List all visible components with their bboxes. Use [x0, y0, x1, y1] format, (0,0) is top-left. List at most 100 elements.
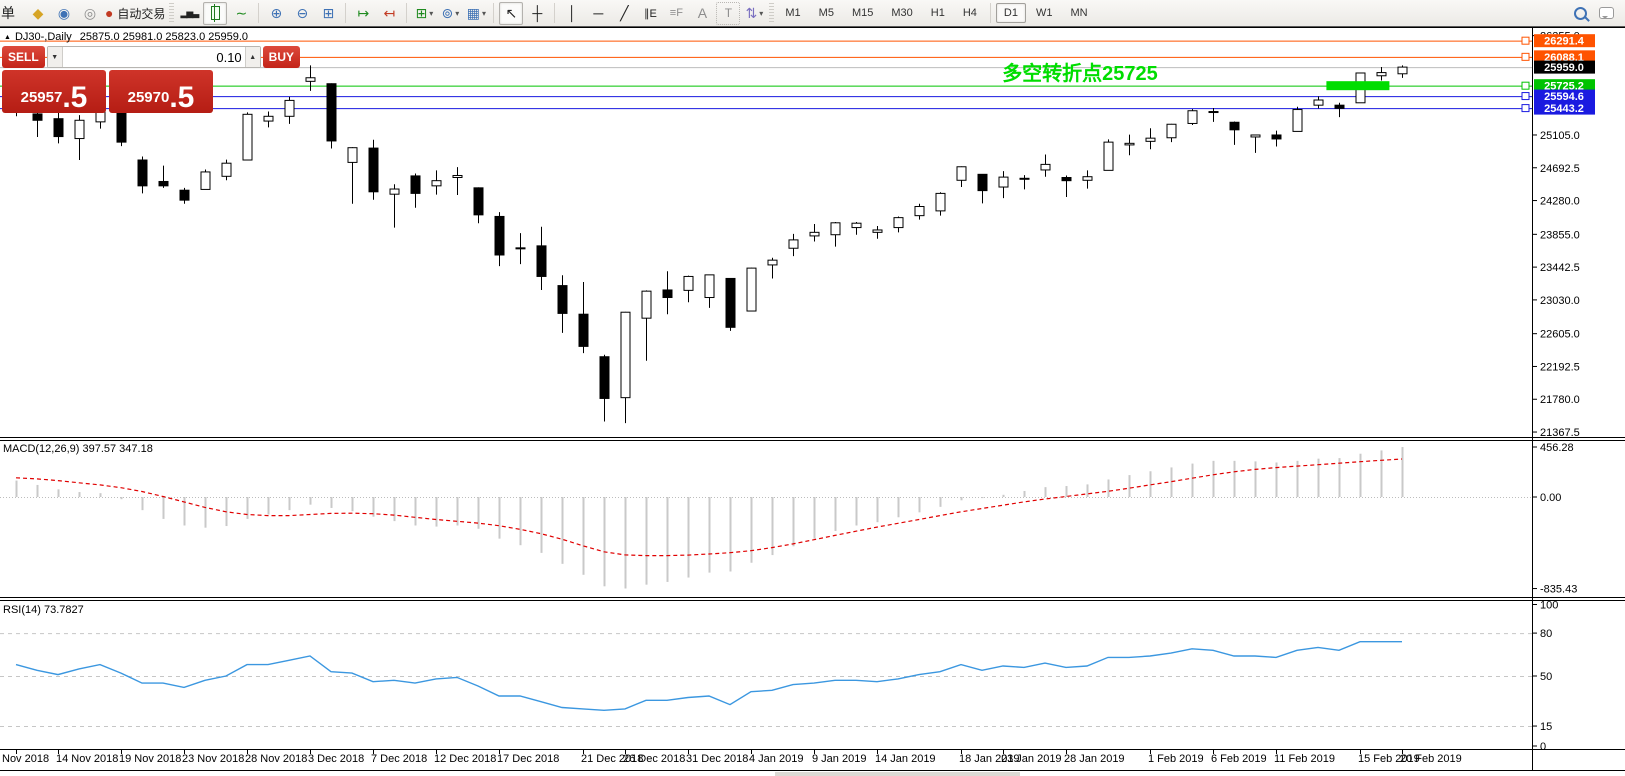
candle-body: [642, 291, 651, 318]
candle-body: [957, 167, 966, 181]
volume-decrease-button[interactable]: ▼: [48, 47, 63, 67]
volume-control: ▼ ▲: [47, 46, 261, 68]
candle-body: [852, 223, 861, 227]
rsi-indicator-label: RSI(14) 73.7827: [3, 604, 84, 616]
candle-body: [537, 246, 546, 277]
ohlc-values-label: 25875.0 25981.0 25823.0 25959.0: [80, 31, 248, 43]
price-tick-label: 24280.0: [1540, 196, 1580, 208]
candle-body: [831, 223, 840, 235]
line-handle: [1522, 53, 1529, 60]
date-label: 14 Nov 2018: [56, 753, 118, 765]
collapse-panel-icon[interactable]: ▲: [4, 34, 11, 41]
chart-title: ▲ DJ30-,Daily 25875.0 25981.0 25823.0 2595…: [4, 31, 248, 43]
sell-button[interactable]: SELL: [2, 46, 45, 68]
candle-body: [54, 119, 63, 137]
candle-body: [1125, 143, 1134, 145]
date-label: 4 Jan 2019: [749, 753, 803, 765]
date-label: 1 Feb 2019: [1148, 753, 1204, 765]
candle-body: [747, 268, 756, 311]
symbol-period-label: DJ30-,Daily: [15, 31, 72, 43]
buy-button[interactable]: BUY: [263, 46, 300, 68]
macd-tick-label: 0.00: [1540, 492, 1561, 504]
candle-body: [1062, 178, 1071, 181]
candle-body: [810, 232, 819, 236]
candle-body: [369, 148, 378, 192]
price-tick-label: 22605.0: [1540, 329, 1580, 341]
candle-body: [1335, 105, 1344, 108]
candle-body: [936, 193, 945, 210]
price-marker-text: 25594.6: [1544, 91, 1584, 103]
candle-body: [138, 160, 147, 186]
sell-price-main: 25957: [21, 89, 63, 106]
candle-body: [180, 190, 189, 200]
price-tick-label: 23030.0: [1540, 295, 1580, 307]
candle-body: [201, 172, 210, 189]
date-label: 28 Nov 2018: [245, 753, 307, 765]
candle-body: [495, 216, 504, 255]
one-click-trading-panel: SELL ▼ ▲ BUY 25957.5 25970.5: [2, 46, 216, 113]
date-label: 9 Jan 2019: [812, 753, 866, 765]
candle-body: [117, 112, 126, 143]
price-marker-text: 26291.4: [1544, 36, 1585, 48]
candle-body: [621, 312, 630, 397]
date-label: 23 Jan 2019: [1001, 753, 1062, 765]
candle-body: [1083, 177, 1092, 181]
candle-body: [306, 78, 315, 82]
buy-price-main: 25970: [128, 89, 170, 106]
sell-price-display[interactable]: 25957.5: [2, 70, 106, 113]
candle-body: [222, 163, 231, 176]
candle-body: [1272, 135, 1281, 139]
sell-price-fraction: .5: [62, 85, 87, 111]
buy-price-display[interactable]: 25970.5: [109, 70, 213, 113]
price-tick-label: 23855.0: [1540, 229, 1580, 241]
candle-body: [1041, 164, 1050, 170]
line-handle: [1522, 82, 1529, 89]
candle-body: [285, 100, 294, 116]
macd-tick-label: -835.43: [1540, 584, 1577, 596]
date-label: 6 Feb 2019: [1211, 753, 1267, 765]
date-label: Nov 2018: [2, 753, 49, 765]
horizontal-scrollbar-thumb[interactable]: [775, 772, 1020, 776]
candle-body: [432, 181, 441, 186]
date-label: 23 Nov 2018: [182, 753, 244, 765]
candle-body: [1293, 110, 1302, 132]
candle-body: [684, 276, 693, 290]
candle-body: [558, 286, 567, 314]
candle-body: [579, 314, 588, 346]
rsi-tick-label: 50: [1540, 671, 1552, 683]
date-label: 12 Dec 2018: [434, 753, 496, 765]
price-tick-label: 24692.5: [1540, 163, 1580, 175]
date-label: 14 Jan 2019: [875, 753, 936, 765]
macd-indicator-label: MACD(12,26,9) 397.57 347.18: [3, 443, 153, 455]
date-label: 28 Jan 2019: [1064, 753, 1125, 765]
price-tick-label: 23442.5: [1540, 262, 1580, 274]
candle-body: [999, 177, 1008, 187]
candle-body: [1251, 135, 1260, 137]
candle-body: [1230, 122, 1239, 130]
candle-body: [705, 275, 714, 298]
candle-body: [75, 120, 84, 138]
candle-body: [411, 176, 420, 193]
line-handle: [1522, 93, 1529, 100]
price-marker-text: 25959.0: [1544, 62, 1584, 74]
annotation-text: 多空转折点25725: [1002, 61, 1158, 85]
date-label: 26 Dec 2018: [623, 753, 685, 765]
rsi-tick-label: 100: [1540, 600, 1558, 612]
candle-body: [1377, 73, 1386, 76]
price-tick-label: 21780.0: [1540, 394, 1580, 406]
price-tick-label: 21367.5: [1540, 427, 1580, 439]
candle-body: [264, 116, 273, 121]
line-handle: [1522, 37, 1529, 44]
volume-input[interactable]: [63, 47, 245, 67]
price-marker-text: 25443.2: [1544, 103, 1584, 115]
candle-body: [873, 230, 882, 232]
date-label: 7 Dec 2018: [371, 753, 427, 765]
price-tick-label: 25105.0: [1540, 130, 1580, 142]
volume-increase-button[interactable]: ▲: [245, 47, 260, 67]
candle-body: [1146, 138, 1155, 141]
rsi-tick-label: 80: [1540, 628, 1552, 640]
price-chart-canvas[interactable]: 多空转折点2572526355.025105.024692.524280.023…: [0, 0, 1625, 776]
highlight-band: [1326, 81, 1389, 90]
candle-body: [1398, 67, 1407, 74]
date-label: 20 Feb 2019: [1400, 753, 1462, 765]
